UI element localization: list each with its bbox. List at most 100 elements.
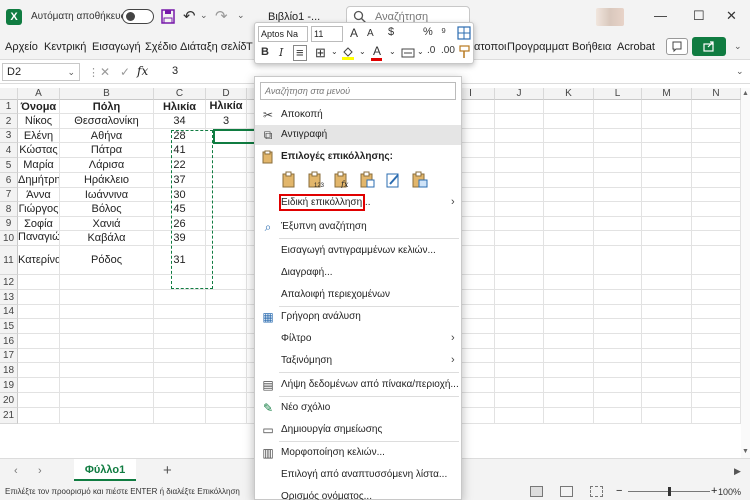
cell-a14[interactable] bbox=[18, 305, 60, 319]
cell-n21[interactable] bbox=[692, 408, 741, 424]
cell-l18[interactable] bbox=[594, 363, 642, 378]
cell-b19[interactable] bbox=[60, 378, 154, 393]
cell-k5[interactable] bbox=[544, 158, 594, 173]
cell-m10[interactable] bbox=[642, 231, 692, 246]
cell-n16[interactable] bbox=[692, 334, 741, 349]
cell-k7[interactable] bbox=[544, 188, 594, 202]
cell-k10[interactable] bbox=[544, 231, 594, 246]
cell-k4[interactable] bbox=[544, 143, 594, 158]
cell-k2[interactable] bbox=[544, 114, 594, 129]
cell-d14[interactable] bbox=[206, 305, 247, 319]
cell-j16[interactable] bbox=[495, 334, 544, 349]
cell-n15[interactable] bbox=[692, 319, 741, 334]
cell-l21[interactable] bbox=[594, 408, 642, 424]
cell-n10[interactable] bbox=[692, 231, 741, 246]
cell-n7[interactable] bbox=[692, 188, 741, 202]
normal-view-icon[interactable] bbox=[530, 486, 543, 497]
cell-a13[interactable] bbox=[18, 290, 60, 305]
cell-n5[interactable] bbox=[692, 158, 741, 173]
paste-icon[interactable] bbox=[281, 171, 298, 188]
row-header-5[interactable]: 5 bbox=[0, 158, 18, 173]
cancel-icon[interactable]: ✕ bbox=[100, 65, 110, 79]
row-header-3[interactable]: 3 bbox=[0, 129, 18, 143]
cell-n14[interactable] bbox=[692, 305, 741, 319]
cell-d20[interactable] bbox=[206, 393, 247, 408]
cell-k16[interactable] bbox=[544, 334, 594, 349]
cell-k12[interactable] bbox=[544, 275, 594, 290]
menu-item-format-cells[interactable]: ▥ Μορφοποίηση κελιών... bbox=[255, 443, 461, 463]
cell-m5[interactable] bbox=[642, 158, 692, 173]
cell-k11[interactable] bbox=[544, 246, 594, 275]
cell-n8[interactable] bbox=[692, 202, 741, 217]
cell-m12[interactable] bbox=[642, 275, 692, 290]
menu-item-pick-from-dropdown[interactable]: Επιλογή από αναπτυσσόμενη λίστα... bbox=[255, 465, 461, 485]
row-header-16[interactable]: 16 bbox=[0, 334, 18, 349]
cell-n11[interactable] bbox=[692, 246, 741, 275]
format-painter-icon[interactable] bbox=[457, 45, 471, 59]
cell-c18[interactable] bbox=[154, 363, 206, 378]
cell-b6[interactable]: Ηράκλειο bbox=[60, 173, 154, 188]
cell-a10[interactable]: Παναγιώτης bbox=[18, 231, 60, 246]
cell-m11[interactable] bbox=[642, 246, 692, 275]
cell-n6[interactable] bbox=[692, 173, 741, 188]
add-sheet-icon[interactable]: + bbox=[163, 462, 172, 479]
increase-decimal-icon[interactable]: .0 bbox=[427, 45, 435, 56]
cell-c14[interactable] bbox=[154, 305, 206, 319]
cell-b12[interactable] bbox=[60, 275, 154, 290]
cell-k17[interactable] bbox=[544, 349, 594, 363]
cell-l6[interactable] bbox=[594, 173, 642, 188]
cell-d15[interactable] bbox=[206, 319, 247, 334]
next-sheet-icon[interactable]: › bbox=[38, 465, 42, 477]
cell-d17[interactable] bbox=[206, 349, 247, 363]
cell-m21[interactable] bbox=[642, 408, 692, 424]
row-header-13[interactable]: 13 bbox=[0, 290, 18, 305]
row-header-11[interactable]: 11 bbox=[0, 246, 18, 275]
page-break-view-icon[interactable] bbox=[590, 486, 603, 497]
row-header-20[interactable]: 20 bbox=[0, 393, 18, 408]
cell-n1[interactable] bbox=[692, 100, 741, 114]
decrease-font-icon[interactable]: A bbox=[367, 28, 374, 39]
cell-b16[interactable] bbox=[60, 334, 154, 349]
cell-m17[interactable] bbox=[642, 349, 692, 363]
cell-b18[interactable] bbox=[60, 363, 154, 378]
cell-j8[interactable] bbox=[495, 202, 544, 217]
cell-k13[interactable] bbox=[544, 290, 594, 305]
redo-icon[interactable]: ↷ bbox=[215, 7, 228, 25]
cell-b2[interactable]: Θεσσαλονίκη bbox=[60, 114, 154, 129]
cell-b14[interactable] bbox=[60, 305, 154, 319]
cell-j14[interactable] bbox=[495, 305, 544, 319]
cell-d13[interactable] bbox=[206, 290, 247, 305]
cell-a16[interactable] bbox=[18, 334, 60, 349]
cell-l15[interactable] bbox=[594, 319, 642, 334]
cell-l12[interactable] bbox=[594, 275, 642, 290]
cell-m7[interactable] bbox=[642, 188, 692, 202]
cell-l2[interactable] bbox=[594, 114, 642, 129]
cell-d18[interactable] bbox=[206, 363, 247, 378]
cell-l13[interactable] bbox=[594, 290, 642, 305]
cell-m15[interactable] bbox=[642, 319, 692, 334]
cell-d16[interactable] bbox=[206, 334, 247, 349]
cell-j7[interactable] bbox=[495, 188, 544, 202]
cell-m13[interactable] bbox=[642, 290, 692, 305]
cell-j3[interactable] bbox=[495, 129, 544, 143]
column-header-n[interactable]: N bbox=[692, 88, 741, 100]
cell-a7[interactable]: Άννα bbox=[18, 188, 60, 202]
number-format-dropdown-icon[interactable]: ⌄ bbox=[417, 47, 424, 56]
close-icon[interactable]: ✕ bbox=[726, 8, 737, 24]
cell-l5[interactable] bbox=[594, 158, 642, 173]
comma-style-icon[interactable]: ⁹ bbox=[441, 25, 446, 39]
cell-a9[interactable]: Σοφία bbox=[18, 217, 60, 231]
quick-access-dropdown-icon[interactable]: ⌄ bbox=[237, 10, 245, 21]
tab-formulas[interactable]: Τ bbox=[246, 41, 253, 53]
menu-item-copy[interactable]: ⧉ Αντιγραφή bbox=[255, 125, 461, 145]
menu-item-new-note[interactable]: ▭ Δημιουργία σημείωσης bbox=[255, 420, 461, 440]
name-box-dropdown-icon[interactable]: ⌄ bbox=[67, 64, 75, 80]
cell-l20[interactable] bbox=[594, 393, 642, 408]
number-format-icon[interactable] bbox=[401, 46, 415, 60]
cell-j17[interactable] bbox=[495, 349, 544, 363]
menu-search-input[interactable]: Αναζήτηση στα μενού bbox=[260, 82, 456, 100]
currency-format-icon[interactable]: $ bbox=[388, 26, 394, 38]
column-header-a[interactable]: A bbox=[18, 88, 60, 100]
cell-l14[interactable] bbox=[594, 305, 642, 319]
menu-item-define-name[interactable]: Ορισμός ονόματος... bbox=[255, 487, 461, 500]
